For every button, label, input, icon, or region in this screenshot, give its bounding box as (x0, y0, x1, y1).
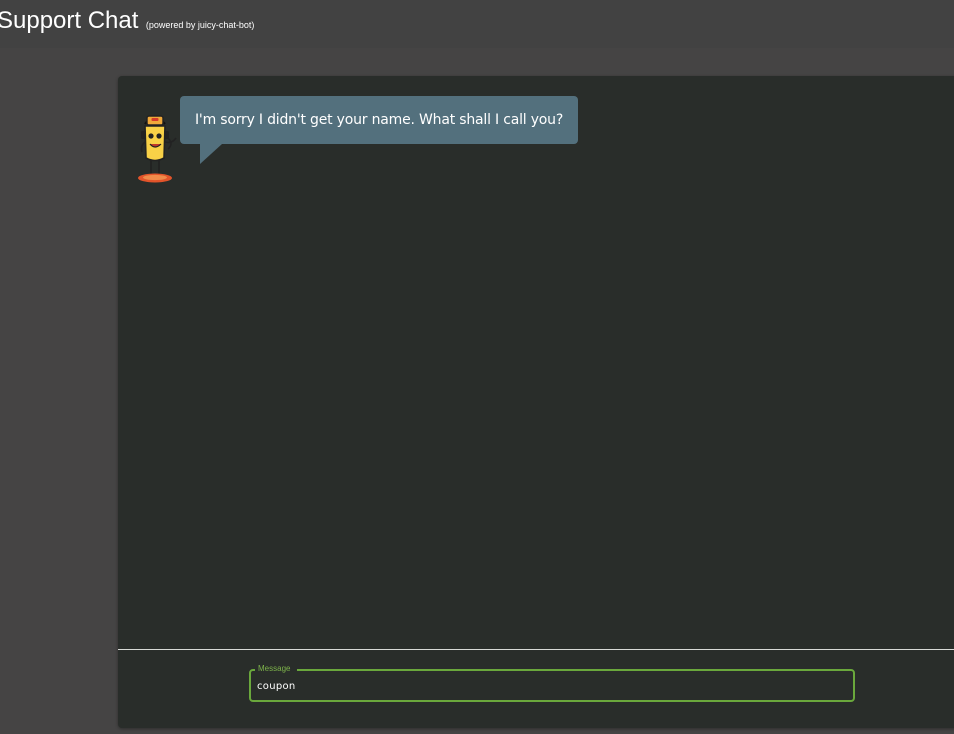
divider (118, 649, 954, 650)
message-input[interactable] (257, 678, 847, 694)
message-field[interactable]: Message (249, 664, 855, 702)
bubble-tail (200, 144, 222, 164)
header: Support Chat (powered by juicy-chat-bot) (0, 0, 954, 48)
message-list[interactable]: I'm sorry I didn't get your name. What s… (118, 76, 954, 650)
chat-card: I'm sorry I didn't get your name. What s… (118, 76, 954, 728)
message-field-label: Message (255, 664, 297, 674)
page-subtitle: (powered by juicy-chat-bot) (145, 20, 255, 30)
bot-message-text: I'm sorry I didn't get your name. What s… (195, 112, 564, 128)
juicy-bot-icon (134, 114, 180, 186)
page: Support Chat (powered by juicy-chat-bot) (0, 0, 954, 734)
page-title-text: Support Chat (0, 7, 139, 34)
bot-message-bubble: I'm sorry I didn't get your name. What s… (180, 96, 579, 164)
page-title: Support Chat (powered by juicy-chat-bot) (0, 7, 254, 35)
